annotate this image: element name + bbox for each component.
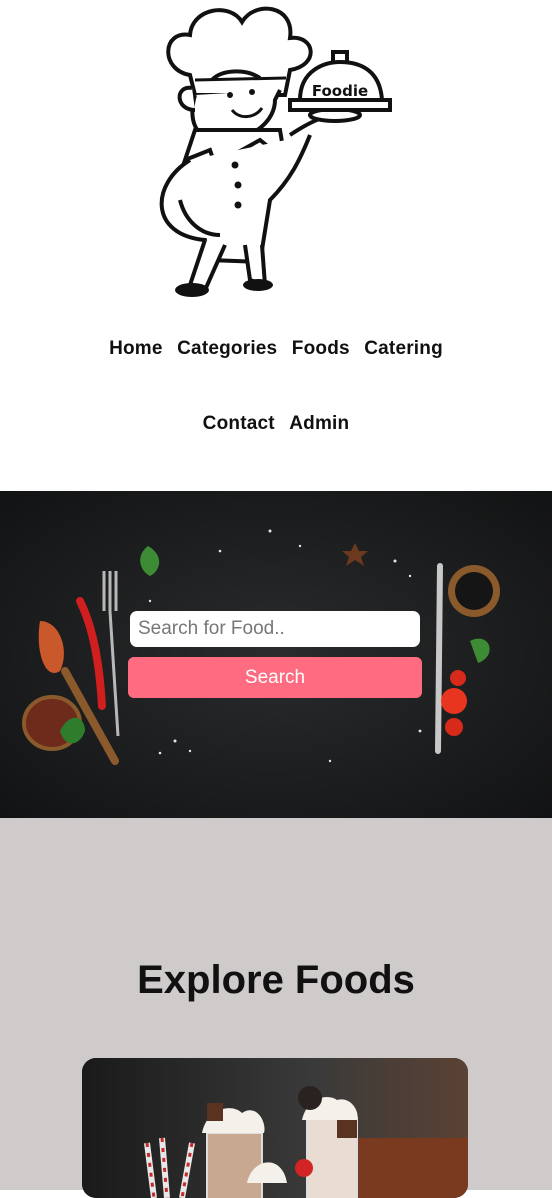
main-nav-row-1: Home Categories Foods Catering: [0, 338, 552, 360]
explore-foods-title: Explore Foods: [137, 958, 415, 1002]
food-card[interactable]: [82, 1058, 468, 1198]
hero-search-section: Search for Food.. Search: [0, 491, 552, 818]
nav-catering-link[interactable]: Catering: [364, 338, 443, 359]
hero-background-image: [0, 491, 552, 818]
search-button[interactable]: Search: [128, 657, 422, 698]
nav-foods-link[interactable]: Foods: [292, 338, 350, 359]
food-search-input[interactable]: Search for Food..: [130, 611, 420, 647]
main-nav-row-2: Contact Admin: [0, 413, 552, 435]
nav-contact-link[interactable]: Contact: [203, 413, 275, 434]
milkshake-image: [82, 1058, 468, 1198]
nav-admin-link[interactable]: Admin: [289, 413, 349, 434]
svg-text:Foodie: Foodie: [312, 82, 368, 100]
explore-foods-section: Explore Foods: [0, 818, 552, 1198]
nav-home-link[interactable]: Home: [109, 338, 163, 359]
nav-categories-link[interactable]: Categories: [177, 338, 277, 359]
foodie-chef-logo[interactable]: Foodie: [150, 0, 400, 305]
